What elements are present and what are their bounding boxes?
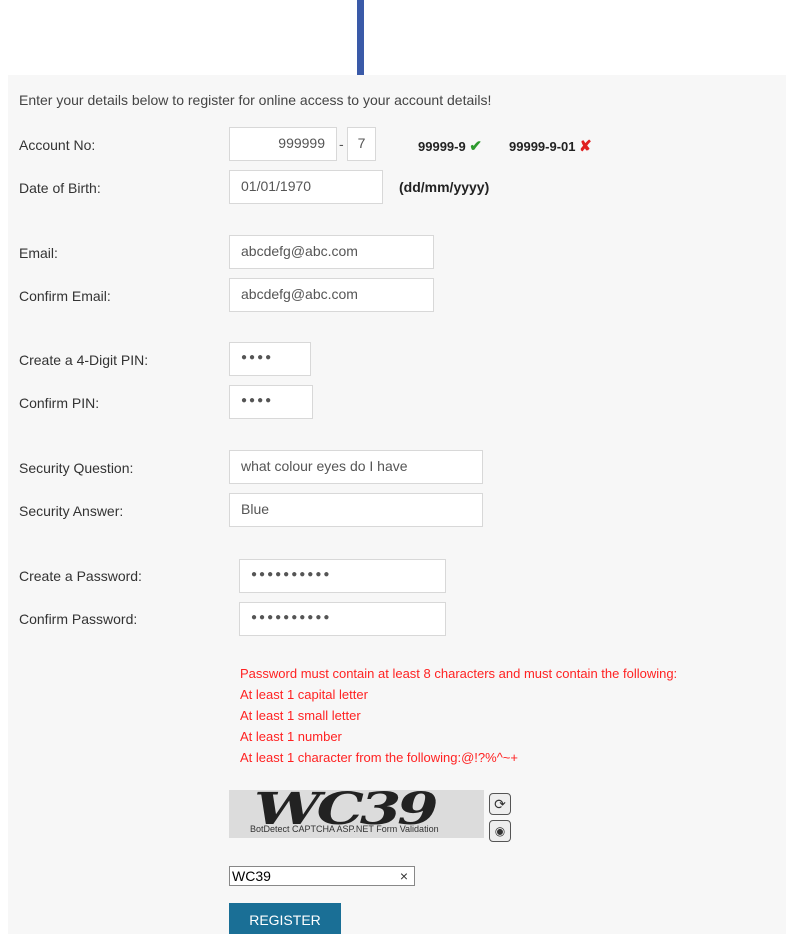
account-example-bad: 99999-9-01 ✘ [509,137,592,155]
password-rule: Password must contain at least 8 charact… [240,666,678,681]
dob-hint: (dd/mm/yyyy) [399,179,490,195]
password-label: Create a Password: [19,568,142,584]
example-ok-text: 99999-9 [418,139,466,154]
check-icon: ✔ [469,138,482,155]
dob-label: Date of Birth: [19,180,101,196]
account-example-ok: 99999-9 ✔ [418,137,482,155]
confirm-password-input[interactable]: ●●●●●●●●●● [239,602,446,636]
password-rules: Password must contain at least 8 charact… [240,663,677,768]
example-bad-text: 99999-9-01 [509,139,576,154]
confirm-pin-label: Confirm PIN: [19,395,100,411]
reload-icon[interactable]: ⟳ [489,793,511,815]
register-button[interactable]: REGISTER [229,903,341,934]
captcha-input[interactable]: WC39 × [229,866,415,886]
captcha-caption: BotDetect CAPTCHA ASP.NET Form Validatio… [250,824,439,834]
security-answer-input[interactable]: Blue [229,493,483,527]
password-rule: At least 1 number [240,729,342,744]
account-suffix-input[interactable]: 7 [347,127,376,161]
confirm-email-label: Confirm Email: [19,288,111,304]
account-no-label: Account No: [19,137,96,153]
account-number-input[interactable]: 999999 [229,127,337,161]
pin-label: Create a 4-Digit PIN: [19,352,149,368]
pin-input[interactable]: ●●●● [229,342,311,376]
confirm-email-input[interactable]: abcdefg@abc.com [229,278,434,312]
email-input[interactable]: abcdefg@abc.com [229,235,434,269]
captcha-image: WC39 BotDetect CAPTCHA ASP.NET Form Vali… [229,790,484,838]
sound-icon[interactable]: ◉ [489,820,511,842]
cross-icon: ✘ [579,138,592,155]
security-question-input[interactable]: what colour eyes do I have [229,450,483,484]
confirm-pin-input[interactable]: ●●●● [229,385,313,419]
password-rule: At least 1 capital letter [240,687,368,702]
password-rule: At least 1 small letter [240,708,361,723]
security-answer-label: Security Answer: [19,503,124,519]
dob-input[interactable]: 01/01/1970 [229,170,383,204]
intro-text: Enter your details below to register for… [19,92,492,108]
clear-icon[interactable]: × [400,868,408,884]
password-input[interactable]: ●●●●●●●●●● [239,559,446,593]
password-rule: At least 1 character from the following:… [240,750,518,765]
security-question-label: Security Question: [19,460,134,476]
captcha-input-value: WC39 [232,868,271,884]
account-separator: - [339,136,344,152]
email-label: Email: [19,245,58,261]
confirm-password-label: Confirm Password: [19,611,138,627]
